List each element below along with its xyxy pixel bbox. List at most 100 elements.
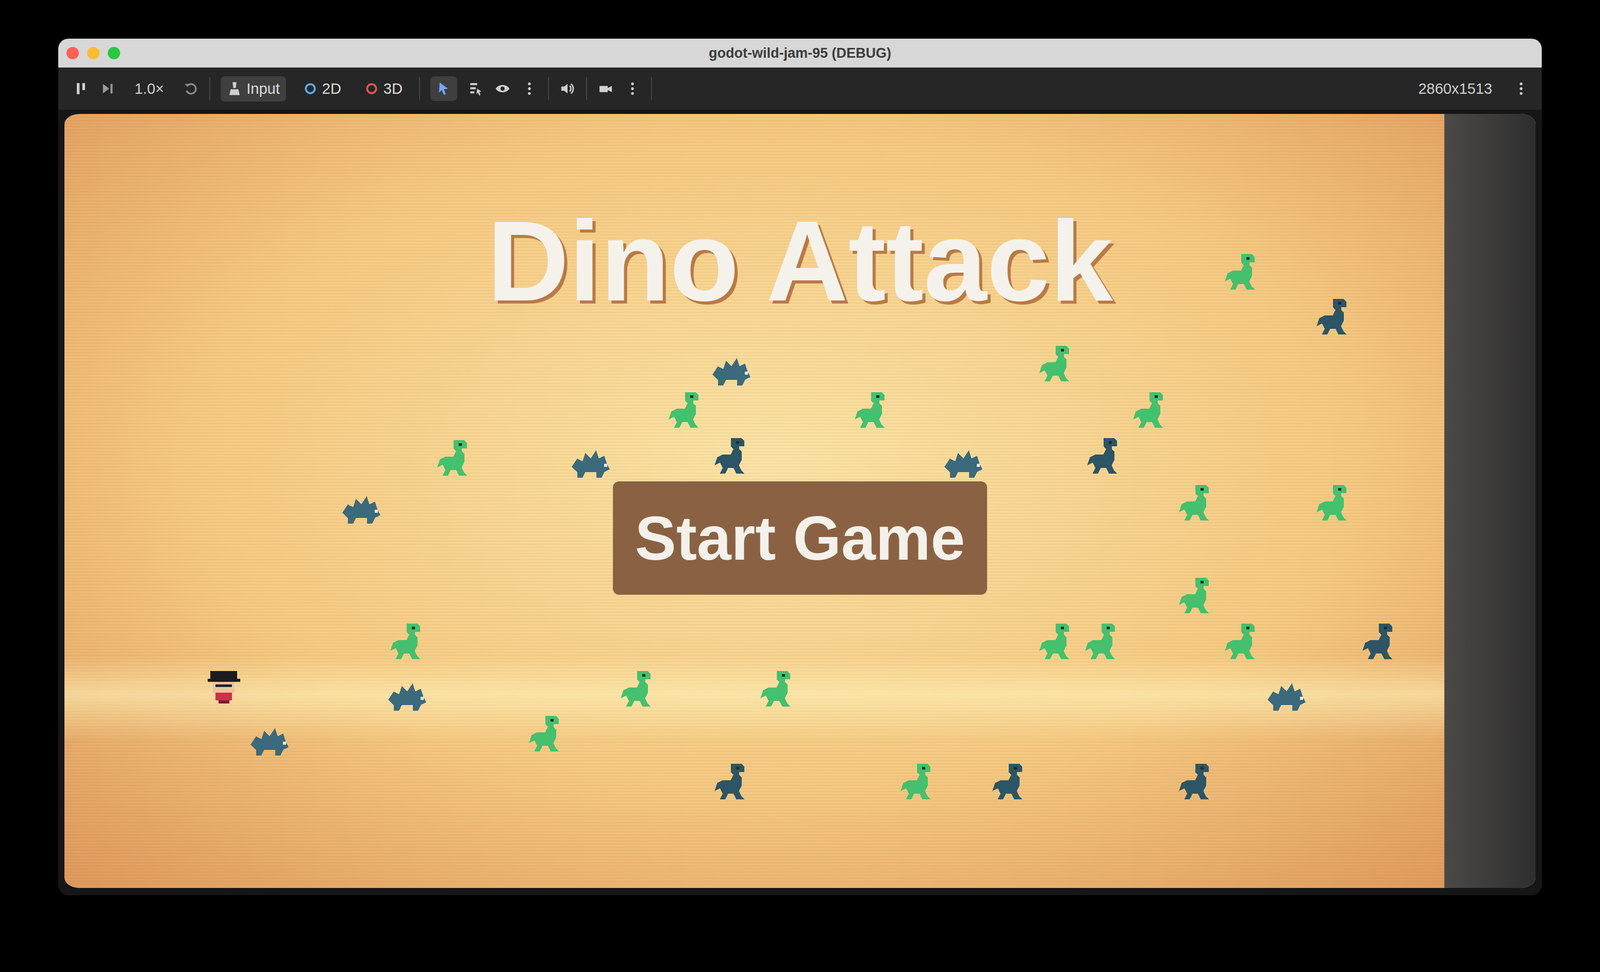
- green-raptor-icon: [1130, 389, 1174, 433]
- game-window: godot-wild-jam-95 (DEBUG) 1.0× Input 2D 3D 28…: [58, 38, 1542, 896]
- green-raptor-icon: [618, 668, 662, 712]
- dino-sprite: [434, 437, 478, 481]
- dark-raptor-icon: [711, 435, 756, 479]
- joypad-icon: [226, 80, 243, 97]
- dino-sprite: [1313, 296, 1358, 340]
- cursor-icon: [435, 80, 453, 97]
- suspend-icon[interactable]: [72, 80, 90, 97]
- ankylosaur-icon: [709, 347, 754, 391]
- dino-sprite: [1176, 482, 1220, 526]
- more-icon[interactable]: [624, 80, 641, 97]
- dino-sprite: [247, 717, 292, 761]
- separator: [547, 77, 549, 100]
- separator: [586, 77, 588, 100]
- crt-edge: [1444, 113, 1536, 889]
- dark-raptor-icon: [711, 761, 756, 805]
- dino-sprite: [709, 347, 754, 391]
- main-menu: Dino AttackStart Game: [64, 113, 1536, 595]
- green-raptor-icon: [387, 621, 431, 665]
- ankylosaur-icon: [385, 672, 429, 716]
- dino-sprite: [711, 761, 756, 805]
- dino-sprite: [569, 439, 613, 483]
- dino-sprite: [1082, 621, 1126, 665]
- resolution-label: 2860x1513: [1418, 80, 1503, 98]
- minimize-button[interactable]: [87, 46, 100, 60]
- dino-sprite: [618, 668, 662, 712]
- separator: [209, 77, 211, 100]
- mode-button[interactable]: 2D: [296, 76, 348, 102]
- next-frame-icon[interactable]: [99, 80, 116, 97]
- dino-sprite: [989, 761, 1033, 805]
- zoom-button[interactable]: [107, 46, 121, 60]
- dino-sprite: [852, 389, 896, 433]
- green-raptor-icon: [1313, 482, 1358, 526]
- dino-sprite: [526, 713, 570, 757]
- reset-icon[interactable]: [182, 80, 199, 97]
- green-raptor-icon: [1222, 251, 1266, 295]
- mode-button[interactable]: Input: [220, 76, 287, 102]
- circle-icon: [302, 80, 319, 97]
- green-raptor-icon: [852, 389, 896, 433]
- green-raptor-icon: [1082, 621, 1126, 665]
- more-icon[interactable]: [521, 80, 538, 97]
- ankylosaur-icon: [941, 439, 986, 483]
- window-title: godot-wild-jam-95 (DEBUG): [161, 45, 1439, 62]
- green-raptor-icon: [1036, 343, 1080, 387]
- separator: [419, 77, 421, 100]
- dino-sprite: [1359, 621, 1404, 665]
- dino-sprite: [1084, 435, 1128, 479]
- dino-sprite: [1036, 621, 1080, 665]
- dark-raptor-icon: [1313, 296, 1358, 340]
- dino-sprite: [757, 668, 802, 712]
- green-raptor-icon: [526, 713, 570, 757]
- close-button[interactable]: [66, 46, 79, 60]
- mode-label: 2D: [322, 80, 342, 98]
- game-canvas[interactable]: Dino AttackStart Game: [64, 113, 1536, 889]
- select-tool[interactable]: [430, 76, 458, 102]
- dino-sprite: [1176, 575, 1220, 619]
- mode-label: Input: [246, 80, 280, 98]
- dino-sprite: [1313, 482, 1358, 526]
- green-raptor-icon: [1222, 621, 1266, 665]
- ankylosaur-icon: [247, 717, 292, 761]
- camera-icon[interactable]: [597, 80, 614, 97]
- mode-label: 3D: [383, 80, 403, 98]
- dino-sprite: [665, 389, 710, 433]
- speaker-icon[interactable]: [559, 80, 576, 97]
- dino-sprite: [339, 485, 383, 529]
- dino-sprite: [1222, 251, 1266, 295]
- green-raptor-icon: [434, 437, 478, 481]
- dark-raptor-icon: [1359, 621, 1404, 665]
- dino-sprite: [1130, 389, 1174, 433]
- start-game-button[interactable]: Start Game: [612, 481, 988, 595]
- green-raptor-icon: [1176, 482, 1220, 526]
- circle-icon: [363, 80, 380, 97]
- green-raptor-icon: [1036, 621, 1080, 665]
- debug-toolbar: 1.0× Input 2D 3D 2860x1513: [58, 67, 1542, 110]
- mode-button[interactable]: 3D: [357, 76, 409, 102]
- menu-icon[interactable]: [1512, 80, 1530, 97]
- dino-sprite: [711, 435, 756, 479]
- dino-sprite: [385, 672, 429, 716]
- separator: [651, 77, 653, 100]
- dino-sprite: [1264, 672, 1309, 716]
- list-icon[interactable]: [467, 80, 485, 97]
- dino-sprite: [941, 439, 986, 483]
- game-viewport: Dino AttackStart Game: [58, 109, 1542, 896]
- green-raptor-icon: [665, 389, 710, 433]
- screen: godot-wild-jam-95 (DEBUG) 1.0× Input 2D 3D 28…: [0, 0, 1600, 972]
- dino-sprite: [387, 621, 431, 665]
- time-scale[interactable]: 1.0×: [126, 80, 173, 98]
- title-bar: godot-wild-jam-95 (DEBUG): [58, 38, 1542, 68]
- green-raptor-icon: [757, 668, 802, 712]
- ankylosaur-icon: [339, 485, 383, 529]
- ankylosaur-icon: [1264, 672, 1309, 716]
- green-raptor-icon: [897, 761, 942, 805]
- eye-icon[interactable]: [494, 80, 511, 97]
- player-sprite: [202, 665, 246, 709]
- dark-raptor-icon: [1176, 761, 1220, 805]
- dino-sprite: [897, 761, 942, 805]
- player-icon: [202, 665, 246, 709]
- green-raptor-icon: [1176, 575, 1220, 619]
- ankylosaur-icon: [569, 439, 613, 483]
